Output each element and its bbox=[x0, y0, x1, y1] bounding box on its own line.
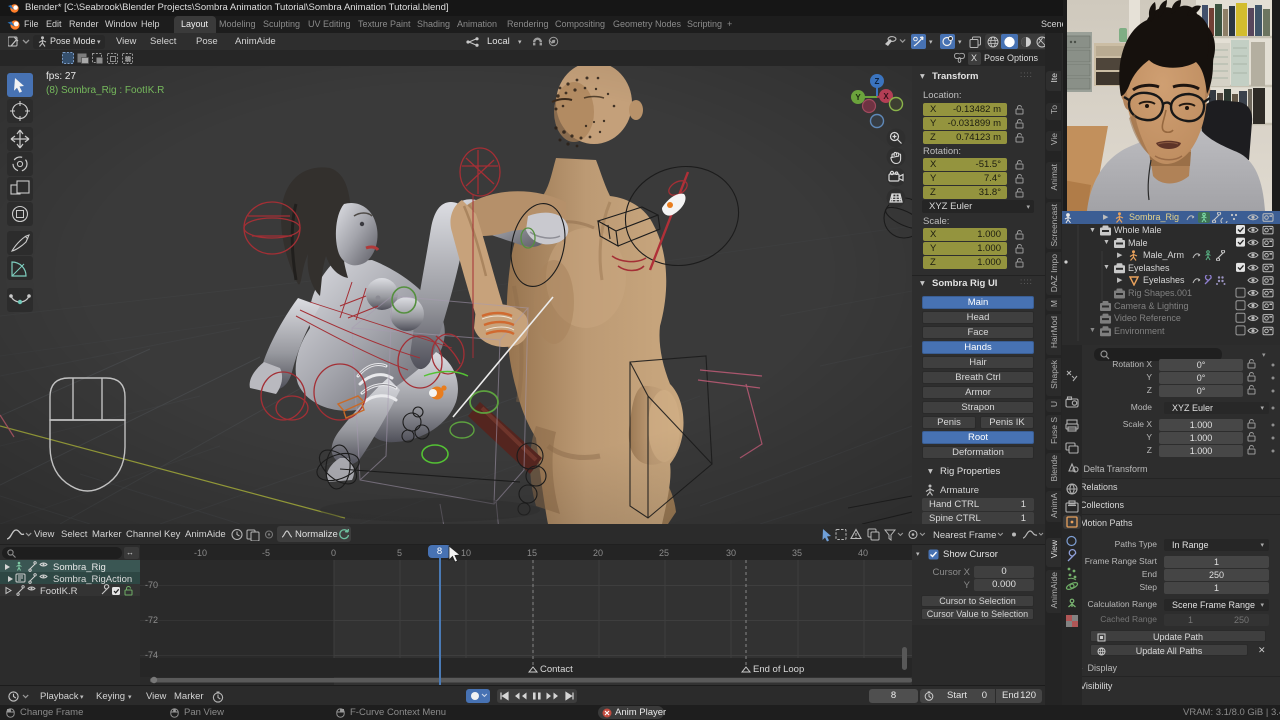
svg-text:fps: 27: fps: 27 bbox=[46, 71, 76, 82]
svg-text:Sombra_RigAction: Sombra_RigAction bbox=[53, 574, 132, 585]
svg-text:-74: -74 bbox=[145, 650, 158, 660]
svg-text:-72: -72 bbox=[145, 615, 158, 625]
svg-text:X: X bbox=[883, 92, 889, 101]
svg-text:Sombra_Rig: Sombra_Rig bbox=[53, 562, 106, 573]
svg-text:FootIK.R: FootIK.R bbox=[40, 586, 78, 597]
svg-text:Nearest Frame: Nearest Frame bbox=[933, 530, 996, 541]
svg-text:End of Loop: End of Loop bbox=[753, 664, 804, 675]
svg-text:Contact: Contact bbox=[540, 664, 573, 675]
svg-text:Y: Y bbox=[855, 93, 861, 102]
svg-text:-70: -70 bbox=[145, 580, 158, 590]
svg-text:Z: Z bbox=[875, 77, 880, 86]
svg-text:(8) Sombra_Rig : FootIK.R: (8) Sombra_Rig : FootIK.R bbox=[46, 85, 164, 96]
